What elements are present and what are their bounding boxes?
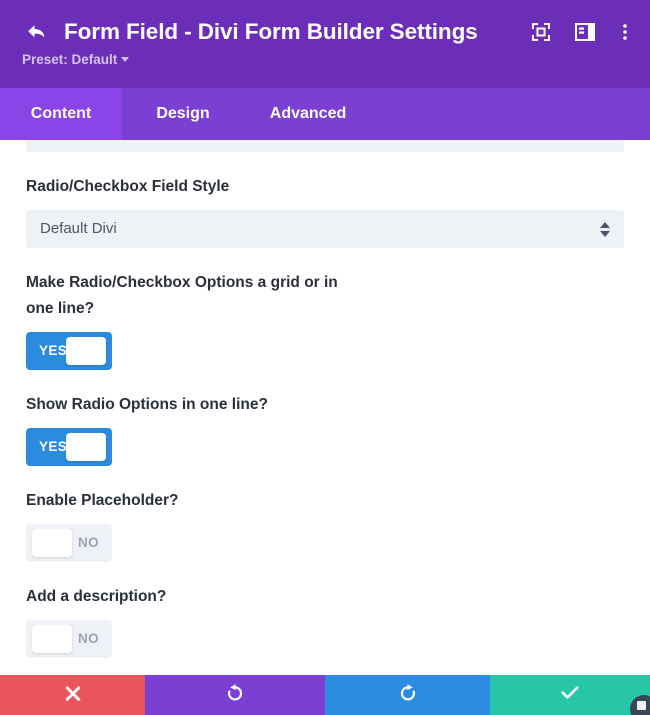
field-label: Add a description? bbox=[26, 588, 167, 605]
field-label: Radio/Checkbox Field Style bbox=[26, 178, 230, 195]
toggle-radio-one-line[interactable]: YES bbox=[26, 428, 112, 466]
header-actions bbox=[520, 21, 632, 43]
modal-action-bar bbox=[0, 675, 650, 715]
toggle-knob bbox=[66, 337, 106, 365]
tab-content[interactable]: Content bbox=[0, 88, 122, 140]
toggle-state-label: YES bbox=[39, 343, 68, 358]
toggle-grid-or-one-line[interactable]: YES bbox=[26, 332, 112, 370]
redo-button[interactable] bbox=[325, 675, 490, 715]
page-title: Form Field - Divi Form Builder Settings bbox=[64, 18, 478, 44]
redo-arrow-icon bbox=[398, 683, 418, 708]
focus-mode-icon[interactable] bbox=[530, 21, 552, 43]
chevron-down-icon bbox=[121, 57, 130, 62]
field-group-grid-or-one-line: Make Radio/Checkbox Options a grid or in… bbox=[26, 270, 624, 370]
field-label: Enable Placeholder? bbox=[26, 492, 179, 509]
undo-button[interactable] bbox=[145, 675, 325, 715]
settings-tab-bar: Content Design Advanced bbox=[0, 88, 650, 140]
back-arrow-icon[interactable] bbox=[22, 18, 50, 46]
field-group-radio-checkbox-style: Radio/Checkbox Field Style Default Divi bbox=[26, 174, 624, 248]
select-spinner-icon[interactable] bbox=[600, 210, 610, 248]
field-label: Show Radio Options in one line? bbox=[26, 396, 268, 413]
tab-design[interactable]: Design bbox=[122, 88, 244, 140]
field-group-add-description: Add a description? NO bbox=[26, 584, 624, 658]
divi-settings-modal: Form Field - Divi Form Builder Settings bbox=[0, 0, 650, 715]
header-top-row: Form Field - Divi Form Builder Settings bbox=[22, 0, 632, 60]
field-group-enable-placeholder: Enable Placeholder? NO bbox=[26, 488, 624, 562]
save-button[interactable] bbox=[490, 675, 650, 715]
toggle-state-label: NO bbox=[77, 631, 99, 646]
select-value: Default Divi bbox=[40, 220, 117, 237]
scrolled-off-field[interactable] bbox=[26, 140, 624, 152]
settings-scroll-area[interactable]: Radio/Checkbox Field Style Default Divi … bbox=[0, 140, 650, 675]
field-group-radio-one-line: Show Radio Options in one line? YES bbox=[26, 392, 624, 466]
preset-label: Preset: Default bbox=[22, 52, 118, 67]
toggle-knob bbox=[32, 529, 72, 557]
checkmark-icon bbox=[560, 683, 580, 708]
toggle-knob bbox=[66, 433, 106, 461]
toggle-add-description[interactable]: NO bbox=[26, 620, 112, 658]
kebab-menu-icon[interactable] bbox=[618, 21, 632, 43]
preset-selector[interactable]: Preset: Default bbox=[22, 52, 130, 67]
toggle-enable-placeholder[interactable]: NO bbox=[26, 524, 112, 562]
cancel-button[interactable] bbox=[0, 675, 145, 715]
modal-header: Form Field - Divi Form Builder Settings bbox=[0, 0, 650, 88]
layout-panel-icon[interactable] bbox=[574, 21, 596, 43]
field-label: Make Radio/Checkbox Options a grid or in… bbox=[26, 274, 338, 317]
toggle-state-label: NO bbox=[77, 535, 99, 550]
tab-advanced[interactable]: Advanced bbox=[244, 88, 372, 140]
radio-checkbox-style-select[interactable]: Default Divi bbox=[26, 210, 624, 248]
toggle-state-label: YES bbox=[39, 439, 68, 454]
close-x-icon bbox=[64, 684, 82, 707]
undo-arrow-icon bbox=[225, 683, 245, 708]
toggle-knob bbox=[32, 625, 72, 653]
